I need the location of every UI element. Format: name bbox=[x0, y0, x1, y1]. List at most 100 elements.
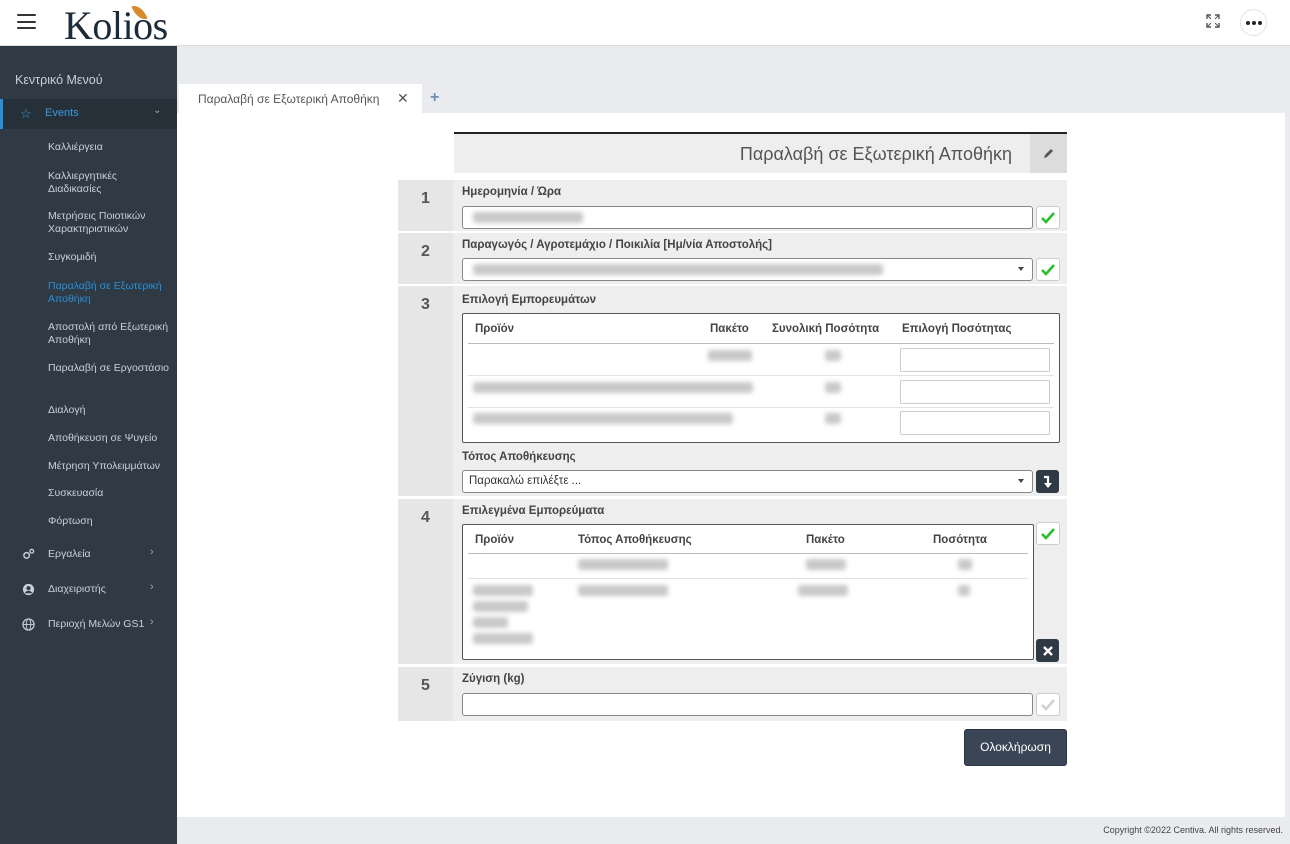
tab-bar: Παραλαβή σε Εξωτερική Αποθήκη ✕ + bbox=[177, 46, 1290, 113]
sidebar-subitem[interactable]: Φόρτωση bbox=[48, 515, 170, 528]
datetime-field[interactable] bbox=[462, 206, 1033, 229]
quantity-input[interactable] bbox=[900, 348, 1050, 372]
step-label: Ημερομηνία / Ώρα bbox=[462, 186, 562, 198]
dropdown-arrow-icon bbox=[1018, 479, 1024, 483]
sidebar-item-label: Διαχειριστής bbox=[48, 583, 106, 595]
confirm-check-button[interactable] bbox=[1036, 522, 1060, 545]
dropdown-arrow-icon bbox=[1018, 267, 1024, 271]
blurred-cell bbox=[798, 585, 848, 596]
edit-button[interactable] bbox=[1030, 134, 1067, 173]
confirm-check-button[interactable] bbox=[1036, 693, 1060, 716]
blurred-cell bbox=[825, 350, 841, 361]
cogs-icon bbox=[23, 548, 35, 559]
blurred-cell bbox=[473, 617, 508, 628]
blurred-cell bbox=[578, 559, 668, 570]
tab-label: Παραλαβή σε Εξωτερική Αποθήκη bbox=[198, 92, 380, 106]
blurred-value bbox=[473, 212, 583, 223]
blurred-cell bbox=[806, 559, 846, 570]
footer: Copyright ©2022 Centiva. All rights rese… bbox=[177, 817, 1290, 844]
storage-select-value: Παρακαλώ επιλέξτε ... bbox=[469, 475, 582, 487]
close-icon[interactable]: ✕ bbox=[397, 90, 409, 107]
sidebar-title: Κεντρικό Μενού bbox=[15, 73, 103, 87]
step-3: 3 Επιλογή Εμπορευμάτων Προϊόν Πακέτο Συν… bbox=[398, 286, 1067, 496]
step-number: 1 bbox=[421, 190, 430, 207]
chevron-down-icon: ⌄ bbox=[153, 105, 162, 116]
arrow-down-turn-icon bbox=[1043, 475, 1052, 488]
step-2: 2 Παραγωγός / Αγροτεμάχιο / Ποικιλία [Ημ… bbox=[398, 233, 1067, 284]
sidebar-subitem[interactable]: Συσκευασία bbox=[48, 487, 170, 500]
selected-products-table: Προϊόν Τόπος Αποθήκευσης Πακέτο Ποσότητα bbox=[462, 524, 1034, 660]
sidebar-item-label: Περιοχή Μελών GS1 bbox=[48, 618, 145, 630]
tab-active[interactable]: Παραλαβή σε Εξωτερική Αποθήκη ✕ bbox=[179, 84, 422, 113]
step-label: Παραγωγός / Αγροτεμάχιο / Ποικιλία [Ημ/ν… bbox=[462, 239, 772, 251]
star-icon: ☆ bbox=[20, 106, 32, 121]
sidebar-subitem[interactable]: Αποθήκευση σε Ψυγείο bbox=[48, 432, 170, 445]
column-header: Πακέτο bbox=[710, 323, 749, 335]
sidebar-subitem[interactable]: Συγκομιδή bbox=[48, 251, 170, 264]
column-header: Επιλογή Ποσότητας bbox=[902, 323, 1012, 335]
top-bar: Kolios bbox=[0, 0, 1290, 48]
sidebar: Κεντρικό Μενού ☆ Events ⌄ Καλλιέργεια Κα… bbox=[0, 46, 177, 844]
sidebar-item-admin[interactable]: Διαχειριστής › bbox=[0, 580, 177, 600]
hamburger-menu-icon[interactable] bbox=[17, 14, 36, 29]
step-number: 4 bbox=[421, 509, 430, 526]
pencil-icon bbox=[1044, 149, 1053, 158]
sidebar-subitem[interactable]: Καλλιεργητικές Διαδικασίες bbox=[48, 170, 170, 195]
sidebar-item-tools[interactable]: Εργαλεία › bbox=[0, 545, 177, 565]
blurred-cell bbox=[473, 601, 528, 612]
sidebar-subitem[interactable]: Αποστολή από Εξωτερική Αποθήκη bbox=[48, 321, 170, 346]
step-1: 1 Ημερομηνία / Ώρα bbox=[398, 180, 1067, 231]
chevron-right-icon: › bbox=[150, 546, 154, 558]
sidebar-item-events[interactable]: ☆ Events ⌄ bbox=[0, 99, 177, 129]
confirm-check-button[interactable] bbox=[1036, 258, 1060, 281]
blurred-value bbox=[473, 264, 883, 275]
chevron-right-icon: › bbox=[150, 581, 154, 593]
blurred-cell bbox=[708, 350, 752, 361]
step-label: Επιλεγμένα Εμπορεύματα bbox=[462, 505, 605, 517]
sidebar-subitem[interactable]: Μέτρηση Υπολειμμάτων bbox=[48, 460, 170, 473]
column-header: Προϊόν bbox=[475, 534, 515, 546]
confirm-check-button[interactable] bbox=[1036, 206, 1060, 229]
sidebar-subitem[interactable]: Μετρήσεις Ποιοτικών Χαρακτηριστικών bbox=[48, 210, 170, 235]
step-label: Ζύγιση (kg) bbox=[462, 673, 525, 685]
remove-button[interactable] bbox=[1036, 639, 1059, 662]
complete-button[interactable]: Ολοκλήρωση bbox=[964, 729, 1067, 766]
producer-select[interactable] bbox=[462, 258, 1033, 281]
chevron-right-icon: › bbox=[150, 616, 154, 628]
blurred-cell bbox=[473, 413, 733, 424]
blurred-cell bbox=[825, 413, 841, 424]
check-icon bbox=[1041, 211, 1055, 224]
sidebar-item-label: Events bbox=[45, 107, 79, 119]
step-number: 5 bbox=[421, 677, 430, 694]
check-icon bbox=[1041, 698, 1055, 711]
sidebar-subitem-active[interactable]: Παραλαβή σε Εξωτερική Αποθήκη bbox=[48, 280, 170, 305]
close-icon bbox=[1042, 645, 1053, 656]
check-icon bbox=[1041, 527, 1055, 540]
blurred-cell bbox=[473, 382, 753, 393]
add-tab-button[interactable]: + bbox=[430, 89, 439, 107]
sidebar-subitem[interactable]: Διαλογή bbox=[48, 404, 170, 417]
sidebar-item-gs1[interactable]: Περιοχή Μελών GS1 › bbox=[0, 615, 177, 635]
weight-input[interactable] bbox=[462, 693, 1033, 716]
blurred-cell bbox=[473, 585, 533, 596]
step-5: 5 Ζύγιση (kg) bbox=[398, 667, 1067, 721]
sidebar-subitem[interactable]: Παραλαβή σε Εργοστάσιο bbox=[48, 362, 170, 375]
sidebar-subitem[interactable]: Καλλιέργεια bbox=[48, 141, 170, 154]
blurred-cell bbox=[825, 382, 841, 393]
check-icon bbox=[1041, 263, 1055, 276]
step-number: 3 bbox=[421, 296, 430, 313]
quantity-input[interactable] bbox=[900, 380, 1050, 404]
fullscreen-icon[interactable] bbox=[1205, 13, 1221, 29]
step-label: Επιλογή Εμπορευμάτων bbox=[462, 294, 597, 306]
globe-icon bbox=[22, 618, 35, 631]
column-header: Προϊόν bbox=[475, 323, 515, 335]
add-to-storage-button[interactable] bbox=[1036, 470, 1059, 493]
column-header: Τόπος Αποθήκευσης bbox=[578, 534, 692, 546]
quantity-input[interactable] bbox=[900, 411, 1050, 435]
blurred-cell bbox=[473, 633, 533, 644]
storage-select[interactable]: Παρακαλώ επιλέξτε ... bbox=[462, 470, 1033, 493]
step-4: 4 Επιλεγμένα Εμπορεύματα Προϊόν Τόπος Απ… bbox=[398, 499, 1067, 664]
more-options-button[interactable] bbox=[1240, 9, 1267, 36]
storage-label: Τόπος Αποθήκευσης bbox=[462, 451, 576, 463]
user-circle-icon bbox=[22, 583, 35, 596]
